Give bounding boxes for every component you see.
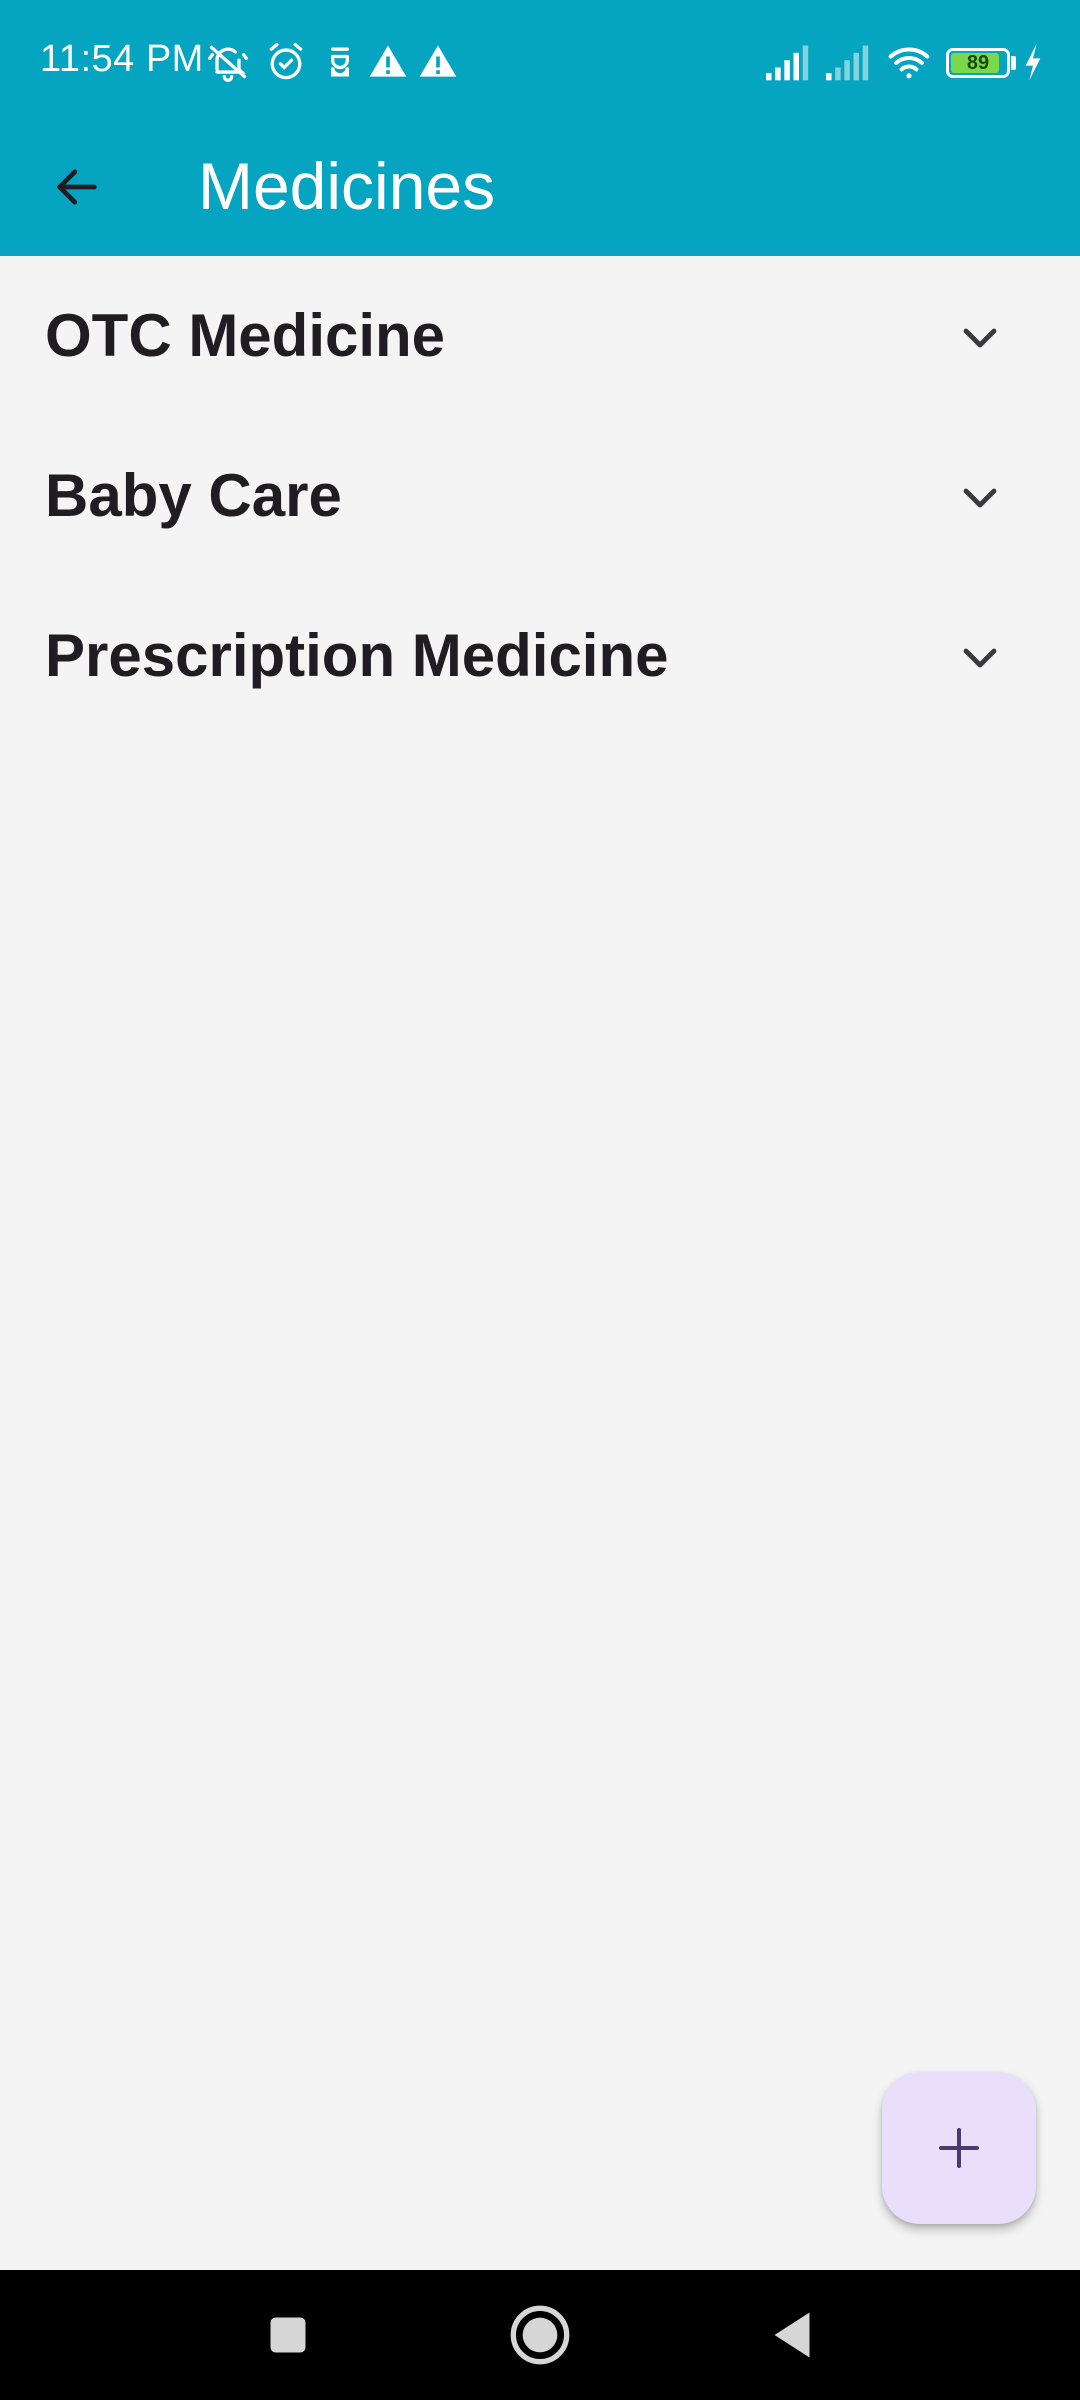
top-bar: 11:54 PM 89 Medicines [0,0,1080,256]
wifi-icon [884,40,934,84]
page-title: Medicines [198,149,496,223]
battery-icon: 89 [946,48,1010,78]
category-label: Prescription Medicine [45,622,669,689]
status-time: 11:54 PM [40,38,204,80]
status-bar: 11:54 PM 89 [0,0,1080,130]
recents-icon[interactable] [258,2305,318,2365]
category-label: OTC Medicine [45,302,446,369]
battery-level: 89 [966,52,990,74]
alarm-icon [264,40,308,84]
charging-icon [1020,40,1046,84]
warning-icon [366,40,410,84]
category-item-baby-care[interactable]: Baby Care [0,416,1080,576]
back-button[interactable] [40,150,114,224]
arrow-back-icon [57,169,97,205]
category-item-otc-medicine[interactable]: OTC Medicine [0,256,1080,416]
muted-bell-icon [206,40,250,84]
category-list: OTC Medicine Baby Care Prescription Medi… [0,256,1080,736]
chevron-down-icon[interactable] [956,314,1004,362]
screen: 11:54 PM 89 Medicines OTC Medicine Baby … [0,0,1080,2400]
warning-icon [416,40,460,84]
notification-icon [318,40,362,84]
plus-icon [939,2128,979,2168]
battery-cap [1011,56,1016,70]
home-icon[interactable] [508,2303,572,2367]
signal-icon [762,40,814,84]
add-button[interactable] [882,2072,1036,2224]
category-item-prescription-medicine[interactable]: Prescription Medicine [0,576,1080,736]
app-bar: Medicines [0,130,1080,256]
category-label: Baby Care [45,462,342,529]
chevron-down-icon[interactable] [956,634,1004,682]
chevron-down-icon[interactable] [956,474,1004,522]
navigation-bar [0,2270,1080,2400]
back-icon[interactable] [762,2305,822,2365]
signal-icon [822,40,874,84]
